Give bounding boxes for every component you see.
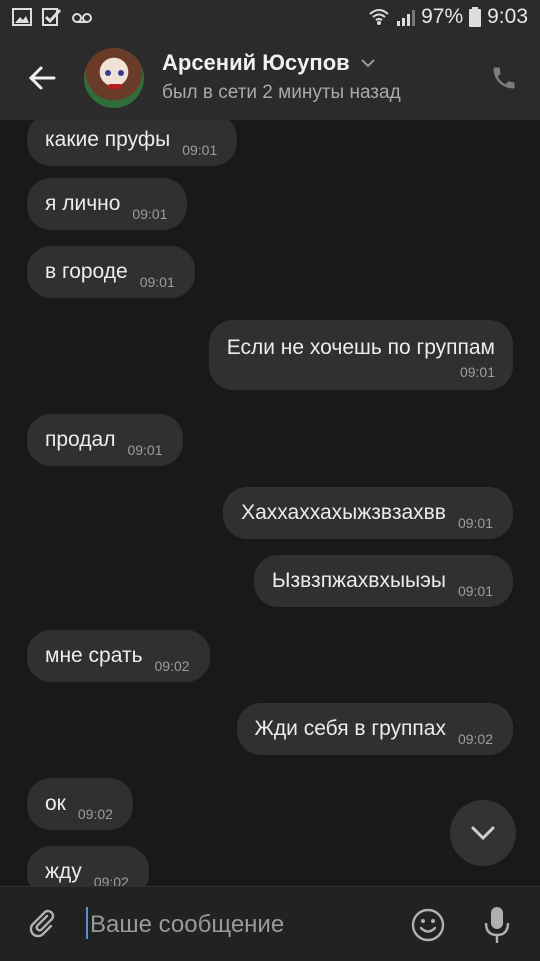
message-incoming[interactable]: жду 09:02 xyxy=(27,846,149,886)
voicemail-icon xyxy=(72,13,92,23)
message-text: мне срать xyxy=(45,644,143,667)
message-incoming[interactable]: мне срать 09:02 xyxy=(27,630,210,682)
message-time: 09:02 xyxy=(457,731,493,747)
composer-bar xyxy=(0,886,540,961)
message-text: Хаххаххахыжзвзахвв xyxy=(241,501,446,524)
chat-header: Арсений Юсупов был в сети 2 минуты назад xyxy=(0,36,540,120)
phone-icon[interactable] xyxy=(490,64,518,92)
wifi-icon xyxy=(369,9,389,25)
message-time: 09:01 xyxy=(132,206,168,222)
gallery-icon xyxy=(12,8,32,26)
scroll-down-button[interactable] xyxy=(450,800,516,866)
message-incoming[interactable]: в городе 09:01 xyxy=(27,246,195,298)
message-time: 09:01 xyxy=(457,583,493,599)
status-bar: 97% 9:03 xyxy=(0,0,540,36)
signal-icon xyxy=(397,10,416,26)
message-text: в городе xyxy=(45,260,128,283)
message-text: ок xyxy=(45,792,66,815)
message-text: я лично xyxy=(45,192,121,215)
message-outgoing[interactable]: Если не хочешь по группам 09:01 xyxy=(208,320,513,390)
message-incoming[interactable]: я лично 09:01 xyxy=(27,178,188,230)
message-text: какие пруфы xyxy=(45,128,171,151)
back-arrow-icon[interactable] xyxy=(24,60,60,96)
emoji-icon[interactable] xyxy=(410,907,446,943)
message-time: 09:01 xyxy=(459,364,495,380)
message-text: Если не хочешь по группам xyxy=(226,336,495,359)
check-icon xyxy=(42,8,62,26)
message-time: 09:02 xyxy=(154,658,190,674)
mic-icon[interactable] xyxy=(482,905,512,945)
contact-name: Арсений Юсупов xyxy=(162,50,350,75)
contact-status: был в сети 2 минуты назад xyxy=(162,82,401,103)
chevron-down-icon xyxy=(471,826,495,841)
message-time: 09:01 xyxy=(127,442,163,458)
message-outgoing[interactable]: Жди себя в группах 09:02 xyxy=(236,703,513,755)
clock: 9:03 xyxy=(487,5,528,28)
message-incoming[interactable]: какие пруфы 09:01 xyxy=(27,120,238,166)
message-time: 09:01 xyxy=(457,515,493,531)
chevron-down-icon xyxy=(360,59,375,68)
message-text: Жди себя в группах xyxy=(254,717,446,740)
battery-icon xyxy=(469,7,482,27)
attach-icon[interactable] xyxy=(26,907,58,939)
message-time: 09:02 xyxy=(93,874,129,886)
avatar[interactable] xyxy=(84,48,144,108)
message-incoming[interactable]: продал 09:01 xyxy=(27,414,183,466)
message-outgoing[interactable]: Ызвзпжахвхыыэы 09:01 xyxy=(253,555,513,607)
message-text: жду xyxy=(45,860,82,883)
battery-percent: 97% xyxy=(421,5,464,28)
message-list[interactable]: какие пруфы 09:01 я лично 09:01 в городе… xyxy=(0,120,540,886)
message-time: 09:01 xyxy=(182,142,218,158)
message-time: 09:01 xyxy=(139,274,175,290)
contact-name-row[interactable]: Арсений Юсупов xyxy=(162,50,376,76)
message-time: 09:02 xyxy=(77,806,113,822)
message-outgoing[interactable]: Хаххаххахыжзвзахвв 09:01 xyxy=(223,487,513,539)
message-text: продал xyxy=(45,428,116,451)
message-input[interactable] xyxy=(88,909,392,941)
message-incoming[interactable]: ок 09:02 xyxy=(27,778,133,830)
message-text: Ызвзпжахвхыыэы xyxy=(271,569,446,592)
